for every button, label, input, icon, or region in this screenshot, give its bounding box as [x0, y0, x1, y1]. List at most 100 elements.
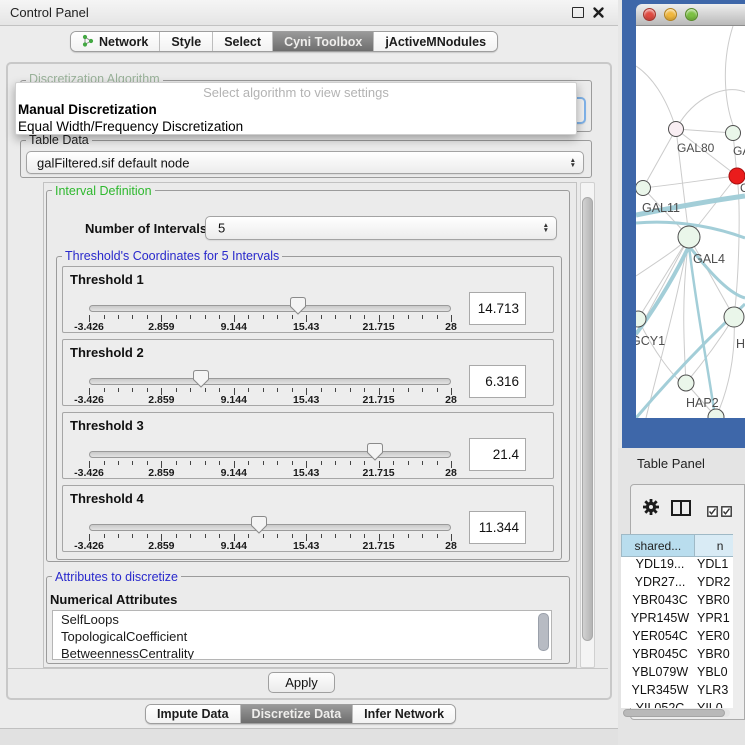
panel-title: Control Panel: [10, 5, 89, 20]
threshold-label: Threshold 2: [70, 345, 144, 360]
gear-icon[interactable]: [642, 498, 660, 521]
slider-track[interactable]: [89, 305, 451, 312]
checkbox-checked-icon[interactable]: [721, 504, 732, 522]
tab-label: Cyni Toolbox: [284, 35, 362, 49]
node-gal80[interactable]: [669, 122, 684, 137]
tab-select[interactable]: Select: [213, 32, 273, 51]
label-c: C: [740, 181, 745, 195]
threshold-value-field[interactable]: 11.344: [469, 511, 526, 544]
network-icon: [82, 34, 94, 50]
attribute-item-betweennesscentrality[interactable]: BetweennessCentrality: [53, 645, 551, 660]
table-panel-title: Table Panel: [637, 456, 705, 471]
table-cell: YBR0: [697, 647, 733, 665]
threshold-row: Threshold 2-3.4262.8599.14415.4321.71528…: [62, 339, 554, 406]
table-data-select[interactable]: galFiltered.sif default node ▲▼: [26, 151, 584, 174]
tab-label: Network: [99, 35, 148, 49]
table-cell: YBR0: [697, 593, 733, 611]
table-cell: YPR1: [697, 611, 733, 629]
number-of-intervals-value: 5: [218, 221, 225, 236]
slider-thumb[interactable]: [193, 370, 209, 388]
table-cell: YPR145W: [621, 611, 697, 629]
table-row[interactable]: YDL19...YDL1: [621, 557, 733, 575]
network-labels: GAL80 GA C GAL11 GAL4 GCY1 H HAP2: [636, 141, 745, 410]
tab-jactivemnodules[interactable]: jActiveMNodules: [374, 32, 497, 51]
popup-option-manual-discretization[interactable]: Manual Discretization: [18, 101, 578, 118]
scrollbar-thumb[interactable]: [582, 197, 593, 641]
tab-discretize-data[interactable]: Discretize Data: [241, 705, 354, 723]
tab-label: Style: [171, 35, 201, 49]
table-row[interactable]: YPR145WYPR1: [621, 611, 733, 629]
tab-label: Discretize Data: [252, 707, 342, 721]
threshold-value-field[interactable]: 6.316: [469, 365, 526, 398]
table-cell: YBL079W: [621, 665, 697, 683]
attribute-item-selfloops[interactable]: SelfLoops: [53, 611, 551, 628]
scrollbar-thumb[interactable]: [623, 709, 725, 717]
float-window-icon[interactable]: [572, 7, 584, 18]
popup-option-equal-width-frequency-discretization[interactable]: Equal Width/Frequency Discretization: [18, 118, 578, 135]
zoom-traffic-light-icon[interactable]: [685, 8, 698, 21]
column-header-shared[interactable]: shared...: [621, 534, 694, 557]
tab-cyni-toolbox[interactable]: Cyni Toolbox: [273, 32, 374, 51]
node[interactable]: [726, 126, 741, 141]
table-row[interactable]: YLR345WYLR3: [621, 683, 733, 701]
table-row[interactable]: YER054CYER0: [621, 629, 733, 647]
node-gal4[interactable]: [678, 226, 700, 248]
table-row[interactable]: YBR043CYBR0: [621, 593, 733, 611]
table-cell: YBR043C: [621, 593, 697, 611]
label-h: H: [736, 337, 745, 351]
minimize-traffic-light-icon[interactable]: [664, 8, 677, 21]
threshold-label: Threshold 4: [70, 491, 144, 506]
node-h[interactable]: [724, 307, 744, 327]
tab-infer-network[interactable]: Infer Network: [353, 705, 455, 723]
horizontal-scrollbar[interactable]: [622, 709, 730, 717]
control-panel-titlebar: Control Panel: [0, 0, 618, 26]
slider-thumb[interactable]: [290, 297, 306, 315]
threshold-value-field[interactable]: 21.4: [469, 438, 526, 471]
close-icon[interactable]: [592, 6, 605, 24]
thresholds-group-title: Threshold's Coordinates for 5 Intervals: [62, 249, 282, 263]
split-panel-icon[interactable]: [671, 500, 691, 521]
slider-thumb[interactable]: [367, 443, 383, 461]
apply-button[interactable]: Apply: [268, 672, 335, 693]
node-hap2[interactable]: [678, 375, 694, 391]
checkbox-checked-icon[interactable]: [707, 504, 718, 522]
list-scrollbar-thumb[interactable]: [538, 613, 549, 651]
vertical-scrollbar[interactable]: [580, 182, 595, 668]
separator: [8, 668, 608, 669]
network-nodes[interactable]: [636, 122, 745, 419]
network-canvas[interactable]: GAL80 GA C GAL11 GAL4 GCY1 H HAP2: [636, 26, 745, 418]
popup-hint: Select algorithm to view settings: [16, 85, 576, 100]
tab-style[interactable]: Style: [160, 32, 213, 51]
network-window-titlebar[interactable]: [636, 4, 745, 26]
threshold-rows: Threshold 1-3.4262.8599.14415.4321.71528…: [62, 266, 556, 558]
table-row[interactable]: YBL079WYBL0: [621, 665, 733, 683]
table-cell: YDL1: [697, 557, 733, 575]
tab-impute-data[interactable]: Impute Data: [146, 705, 241, 723]
table-cell: YDR2: [697, 575, 733, 593]
tab-label: Infer Network: [364, 707, 444, 721]
attribute-item-topologicalcoefficient[interactable]: TopologicalCoefficient: [53, 628, 551, 645]
slider-track[interactable]: [89, 378, 451, 385]
table-row[interactable]: YBR045CYBR0: [621, 647, 733, 665]
node-gal11[interactable]: [636, 181, 651, 196]
table-data-group-title: Table Data: [26, 133, 92, 147]
slider-thumb[interactable]: [251, 516, 267, 534]
label-gal11: GAL11: [642, 201, 680, 215]
threshold-value-field[interactable]: 14.713: [469, 292, 526, 325]
slider-track[interactable]: [89, 451, 451, 458]
column-header-n[interactable]: n: [694, 534, 733, 557]
table-row[interactable]: YDR27...YDR2: [621, 575, 733, 593]
label-gal4: GAL4: [693, 252, 725, 266]
tab-network[interactable]: Network: [71, 32, 160, 51]
close-traffic-light-icon[interactable]: [643, 8, 656, 21]
number-of-intervals-select[interactable]: 5 ▲▼: [205, 216, 557, 240]
bottom-strip: [0, 728, 618, 745]
table-row[interactable]: YIL052CYIL0: [621, 701, 733, 708]
combo-arrows-icon: ▲▼: [543, 223, 549, 233]
algorithm-dropdown-popup: Select algorithm to view settings Manual…: [15, 82, 577, 135]
slider-tick-labels: -3.4262.8599.14415.4321.71528: [89, 540, 451, 552]
numerical-attributes-list[interactable]: SelfLoopsTopologicalCoefficientBetweenne…: [52, 610, 552, 660]
slider-track[interactable]: [89, 524, 451, 531]
label-gal80: GAL80: [677, 141, 715, 155]
table-cell: YER0: [697, 629, 733, 647]
